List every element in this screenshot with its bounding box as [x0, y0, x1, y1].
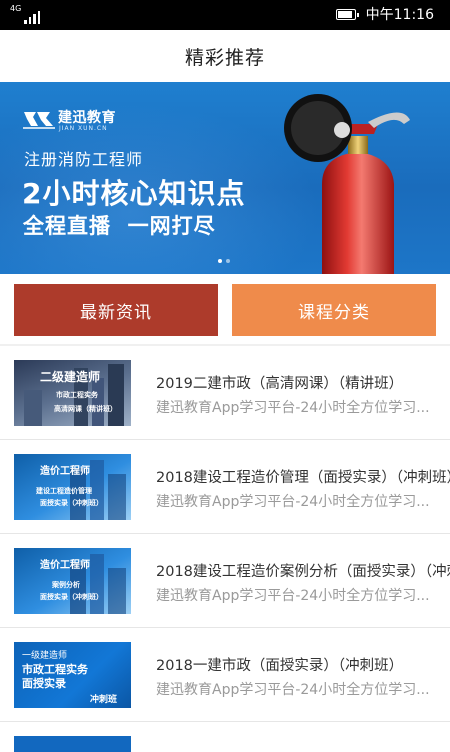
- course-title: 2018一建市政（面授实录）（冲刺班）: [156, 658, 404, 674]
- course-thumbnail: 造价工程师 案例分析 面授实录（冲刺班）: [14, 548, 131, 614]
- promo-banner[interactable]: 建迅教育 JIAN XUN.CN 注册消防工程师 2小时核心知识点 全程直播 一…: [0, 82, 450, 274]
- quick-tiles: 最新资讯 课程分类: [0, 274, 450, 344]
- thumb-line2: 案例分析: [52, 581, 80, 589]
- course-item[interactable]: 造价工程师 案例分析 面授实录（冲刺班） 2018建设工程造价案例分析（面授实录…: [0, 534, 450, 628]
- banner-dot-2[interactable]: [226, 259, 230, 263]
- course-item[interactable]: 二级建造师 市政工程实务 高清网课（精讲班） 2019二建市政（高清网课）（精讲…: [0, 346, 450, 440]
- thumb-line3: 高清网课（精讲班）: [54, 405, 117, 413]
- banner-subheading: 注册消防工程师: [24, 150, 144, 169]
- fire-extinguisher-icon: [284, 94, 410, 274]
- banner-tagline: 全程直播 一网打尽: [23, 214, 216, 238]
- battery-icon: [336, 9, 359, 20]
- course-thumbnail: 二级建造师 市政工程实务 高清网课（精讲班）: [14, 360, 131, 426]
- thumb-line1: 一级建造师: [22, 651, 68, 661]
- course-item-partial[interactable]: [0, 722, 450, 752]
- course-title: 2018建设工程造价管理（面授实录）（冲刺班）: [156, 470, 450, 486]
- course-list: 二级建造师 市政工程实务 高清网课（精讲班） 2019二建市政（高清网课）（精讲…: [0, 346, 450, 752]
- course-title: 2018建设工程造价案例分析（面授实录）（冲刺班）: [156, 564, 450, 580]
- course-subtitle: 建迅教育App学习平台-24小时全方位学习...: [156, 682, 430, 698]
- thumb-line3: 面授实录（冲刺班）: [40, 499, 103, 507]
- course-item[interactable]: 一级建造师 市政工程实务 面授实录 冲刺班 2018一建市政（面授实录）（冲刺班…: [0, 628, 450, 722]
- course-title: 2019二建市政（高清网课）（精讲班）: [156, 376, 404, 392]
- status-time: 中午11:16: [365, 7, 434, 23]
- brand-logo-icon: [23, 112, 55, 129]
- thumb-line1: 造价工程师: [40, 560, 90, 571]
- course-subtitle: 建迅教育App学习平台-24小时全方位学习...: [156, 588, 430, 604]
- banner-page-dots: [218, 259, 230, 263]
- latest-news-button[interactable]: 最新资讯: [14, 284, 218, 336]
- thumb-line1: 二级建造师: [40, 370, 101, 384]
- thumb-line3: 面授实录: [22, 677, 66, 690]
- course-subtitle: 建迅教育App学习平台-24小时全方位学习...: [156, 494, 430, 510]
- brand-domain: JIAN XUN.CN: [59, 125, 108, 132]
- page-header: 精彩推荐: [0, 30, 450, 82]
- thumb-line1: 造价工程师: [40, 466, 90, 477]
- banner-heading: 2小时核心知识点: [22, 177, 246, 210]
- course-thumbnail: 造价工程师 建设工程造价管理 面授实录（冲刺班）: [14, 454, 131, 520]
- thumb-line2: 建设工程造价管理: [36, 487, 92, 495]
- status-bar: 4G 中午11:16: [0, 0, 450, 30]
- course-item[interactable]: 造价工程师 建设工程造价管理 面授实录（冲刺班） 2018建设工程造价管理（面授…: [0, 440, 450, 534]
- course-subtitle: 建迅教育App学习平台-24小时全方位学习...: [156, 400, 430, 416]
- brand-name: 建迅教育: [58, 110, 116, 126]
- brand-logo: 建迅教育 JIAN XUN.CN: [22, 106, 172, 138]
- thumb-line3: 面授实录（冲刺班）: [40, 593, 103, 601]
- course-categories-button[interactable]: 课程分类: [232, 284, 436, 336]
- thumb-line4: 冲刺班: [90, 695, 118, 705]
- network-type: 4G: [10, 4, 22, 13]
- page-title: 精彩推荐: [184, 46, 265, 69]
- signal-icon: 4G: [8, 4, 48, 26]
- thumb-line2: 市政工程实务: [56, 391, 98, 399]
- banner-dot-1[interactable]: [218, 259, 222, 263]
- course-thumbnail: 一级建造师 市政工程实务 面授实录 冲刺班: [14, 642, 131, 708]
